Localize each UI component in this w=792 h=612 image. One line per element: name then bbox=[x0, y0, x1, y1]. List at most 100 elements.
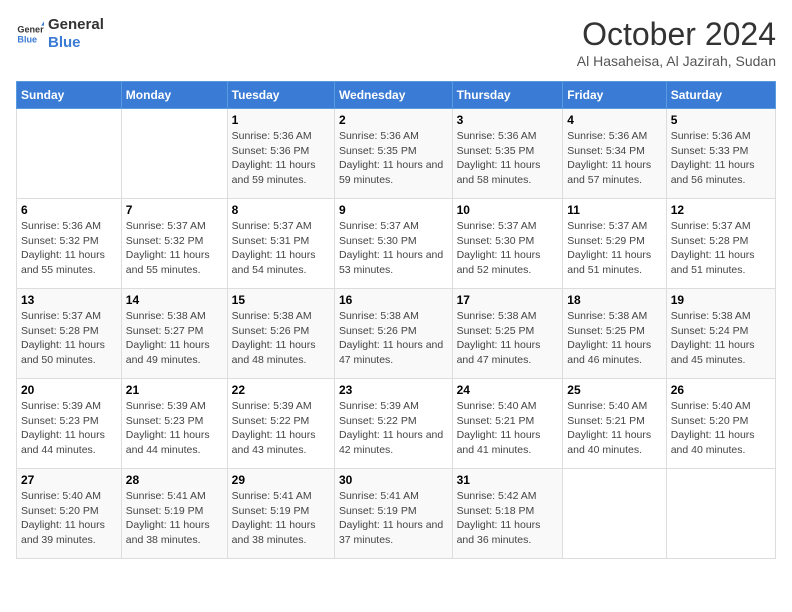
day-number: 13 bbox=[21, 293, 117, 307]
day-number: 2 bbox=[339, 113, 448, 127]
subtitle: Al Hasaheisa, Al Jazirah, Sudan bbox=[577, 53, 776, 69]
column-header-saturday: Saturday bbox=[666, 82, 775, 109]
calendar-cell: 4Sunrise: 5:36 AM Sunset: 5:34 PM Daylig… bbox=[563, 109, 666, 199]
day-info: Sunrise: 5:37 AM Sunset: 5:30 PM Dayligh… bbox=[339, 219, 448, 278]
calendar-cell: 21Sunrise: 5:39 AM Sunset: 5:23 PM Dayli… bbox=[121, 379, 227, 469]
day-number: 31 bbox=[457, 473, 559, 487]
column-header-friday: Friday bbox=[563, 82, 666, 109]
calendar-week-1: 1Sunrise: 5:36 AM Sunset: 5:36 PM Daylig… bbox=[17, 109, 776, 199]
day-info: Sunrise: 5:38 AM Sunset: 5:26 PM Dayligh… bbox=[339, 309, 448, 368]
calendar-cell bbox=[17, 109, 122, 199]
day-number: 30 bbox=[339, 473, 448, 487]
day-info: Sunrise: 5:40 AM Sunset: 5:20 PM Dayligh… bbox=[21, 489, 117, 548]
day-number: 9 bbox=[339, 203, 448, 217]
day-number: 6 bbox=[21, 203, 117, 217]
calendar-table: SundayMondayTuesdayWednesdayThursdayFrid… bbox=[16, 81, 776, 559]
day-info: Sunrise: 5:36 AM Sunset: 5:35 PM Dayligh… bbox=[457, 129, 559, 188]
calendar-cell: 10Sunrise: 5:37 AM Sunset: 5:30 PM Dayli… bbox=[452, 199, 563, 289]
day-number: 21 bbox=[126, 383, 223, 397]
day-number: 27 bbox=[21, 473, 117, 487]
day-number: 14 bbox=[126, 293, 223, 307]
calendar-cell: 7Sunrise: 5:37 AM Sunset: 5:32 PM Daylig… bbox=[121, 199, 227, 289]
calendar-cell: 9 Sunrise: 5:37 AM Sunset: 5:30 PM Daylig… bbox=[334, 199, 452, 289]
day-info: Sunrise: 5:41 AM Sunset: 5:19 PM Dayligh… bbox=[126, 489, 223, 548]
calendar-cell: 30 Sunrise: 5:41 AM Sunset: 5:19 PM Dayli… bbox=[334, 469, 452, 559]
calendar-cell: 27 Sunrise: 5:40 AM Sunset: 5:20 PM Dayli… bbox=[17, 469, 122, 559]
day-number: 24 bbox=[457, 383, 559, 397]
main-title: October 2024 bbox=[577, 16, 776, 53]
calendar-cell: 6 Sunrise: 5:36 AM Sunset: 5:32 PM Daylig… bbox=[17, 199, 122, 289]
calendar-cell: 22 Sunrise: 5:39 AM Sunset: 5:22 PM Dayli… bbox=[227, 379, 334, 469]
day-info: Sunrise: 5:37 AM Sunset: 5:32 PM Dayligh… bbox=[126, 219, 223, 278]
calendar-cell: 13Sunrise: 5:37 AM Sunset: 5:28 PM Dayli… bbox=[17, 289, 122, 379]
day-number: 4 bbox=[567, 113, 661, 127]
logo-icon: General Blue bbox=[16, 20, 44, 48]
header: General Blue General Blue October 2024 A… bbox=[16, 16, 776, 69]
day-number: 16 bbox=[339, 293, 448, 307]
day-info: Sunrise: 5:38 AM Sunset: 5:25 PM Dayligh… bbox=[567, 309, 661, 368]
calendar-cell: 3 Sunrise: 5:36 AM Sunset: 5:35 PM Daylig… bbox=[452, 109, 563, 199]
calendar-cell: 26 Sunrise: 5:40 AM Sunset: 5:20 PM Dayli… bbox=[666, 379, 775, 469]
day-info: Sunrise: 5:37 AM Sunset: 5:29 PM Dayligh… bbox=[567, 219, 661, 278]
calendar-cell: 20 Sunrise: 5:39 AM Sunset: 5:23 PM Dayli… bbox=[17, 379, 122, 469]
day-info: Sunrise: 5:38 AM Sunset: 5:27 PM Dayligh… bbox=[126, 309, 223, 368]
day-info: Sunrise: 5:40 AM Sunset: 5:21 PM Dayligh… bbox=[567, 399, 661, 458]
day-info: Sunrise: 5:37 AM Sunset: 5:30 PM Dayligh… bbox=[457, 219, 559, 278]
calendar-cell: 25Sunrise: 5:40 AM Sunset: 5:21 PM Dayli… bbox=[563, 379, 666, 469]
calendar-cell: 31 Sunrise: 5:42 AM Sunset: 5:18 PM Dayli… bbox=[452, 469, 563, 559]
calendar-cell: 5 Sunrise: 5:36 AM Sunset: 5:33 PM Daylig… bbox=[666, 109, 775, 199]
day-info: Sunrise: 5:41 AM Sunset: 5:19 PM Dayligh… bbox=[339, 489, 448, 548]
day-info: Sunrise: 5:39 AM Sunset: 5:22 PM Dayligh… bbox=[232, 399, 330, 458]
calendar-cell: 12 Sunrise: 5:37 AM Sunset: 5:28 PM Dayli… bbox=[666, 199, 775, 289]
calendar-cell: 11 Sunrise: 5:37 AM Sunset: 5:29 PM Dayli… bbox=[563, 199, 666, 289]
calendar-cell: 14 Sunrise: 5:38 AM Sunset: 5:27 PM Dayli… bbox=[121, 289, 227, 379]
calendar-week-3: 13Sunrise: 5:37 AM Sunset: 5:28 PM Dayli… bbox=[17, 289, 776, 379]
svg-text:General: General bbox=[17, 25, 44, 35]
day-number: 5 bbox=[671, 113, 771, 127]
day-info: Sunrise: 5:40 AM Sunset: 5:21 PM Dayligh… bbox=[457, 399, 559, 458]
calendar-cell: 1Sunrise: 5:36 AM Sunset: 5:36 PM Daylig… bbox=[227, 109, 334, 199]
column-header-thursday: Thursday bbox=[452, 82, 563, 109]
calendar-week-5: 27 Sunrise: 5:40 AM Sunset: 5:20 PM Dayli… bbox=[17, 469, 776, 559]
day-number: 3 bbox=[457, 113, 559, 127]
calendar-cell: 2 Sunrise: 5:36 AM Sunset: 5:35 PM Daylig… bbox=[334, 109, 452, 199]
day-info: Sunrise: 5:37 AM Sunset: 5:31 PM Dayligh… bbox=[232, 219, 330, 278]
day-info: Sunrise: 5:37 AM Sunset: 5:28 PM Dayligh… bbox=[671, 219, 771, 278]
column-header-tuesday: Tuesday bbox=[227, 82, 334, 109]
day-number: 26 bbox=[671, 383, 771, 397]
day-info: Sunrise: 5:36 AM Sunset: 5:33 PM Dayligh… bbox=[671, 129, 771, 188]
calendar-week-2: 6 Sunrise: 5:36 AM Sunset: 5:32 PM Daylig… bbox=[17, 199, 776, 289]
calendar-week-4: 20 Sunrise: 5:39 AM Sunset: 5:23 PM Dayli… bbox=[17, 379, 776, 469]
logo: General Blue General Blue bbox=[16, 16, 104, 52]
calendar-cell: 29 Sunrise: 5:41 AM Sunset: 5:19 PM Dayli… bbox=[227, 469, 334, 559]
day-number: 15 bbox=[232, 293, 330, 307]
day-info: Sunrise: 5:39 AM Sunset: 5:23 PM Dayligh… bbox=[21, 399, 117, 458]
column-header-wednesday: Wednesday bbox=[334, 82, 452, 109]
day-info: Sunrise: 5:36 AM Sunset: 5:32 PM Dayligh… bbox=[21, 219, 117, 278]
day-info: Sunrise: 5:36 AM Sunset: 5:35 PM Dayligh… bbox=[339, 129, 448, 188]
day-number: 23 bbox=[339, 383, 448, 397]
calendar-cell: 23 Sunrise: 5:39 AM Sunset: 5:22 PM Dayli… bbox=[334, 379, 452, 469]
day-info: Sunrise: 5:39 AM Sunset: 5:22 PM Dayligh… bbox=[339, 399, 448, 458]
day-info: Sunrise: 5:38 AM Sunset: 5:24 PM Dayligh… bbox=[671, 309, 771, 368]
day-info: Sunrise: 5:42 AM Sunset: 5:18 PM Dayligh… bbox=[457, 489, 559, 548]
calendar-cell: 18Sunrise: 5:38 AM Sunset: 5:25 PM Dayli… bbox=[563, 289, 666, 379]
day-number: 22 bbox=[232, 383, 330, 397]
day-info: Sunrise: 5:41 AM Sunset: 5:19 PM Dayligh… bbox=[232, 489, 330, 548]
day-number: 20 bbox=[21, 383, 117, 397]
logo-line2: Blue bbox=[48, 34, 104, 52]
day-info: Sunrise: 5:40 AM Sunset: 5:20 PM Dayligh… bbox=[671, 399, 771, 458]
svg-text:Blue: Blue bbox=[17, 34, 37, 44]
title-area: October 2024 Al Hasaheisa, Al Jazirah, S… bbox=[577, 16, 776, 69]
day-number: 8 bbox=[232, 203, 330, 217]
day-number: 11 bbox=[567, 203, 661, 217]
column-header-sunday: Sunday bbox=[17, 82, 122, 109]
day-number: 19 bbox=[671, 293, 771, 307]
column-header-monday: Monday bbox=[121, 82, 227, 109]
calendar-cell: 28Sunrise: 5:41 AM Sunset: 5:19 PM Dayli… bbox=[121, 469, 227, 559]
calendar-cell: 16 Sunrise: 5:38 AM Sunset: 5:26 PM Dayli… bbox=[334, 289, 452, 379]
day-number: 12 bbox=[671, 203, 771, 217]
calendar-cell: 8 Sunrise: 5:37 AM Sunset: 5:31 PM Daylig… bbox=[227, 199, 334, 289]
day-number: 29 bbox=[232, 473, 330, 487]
calendar-cell: 19 Sunrise: 5:38 AM Sunset: 5:24 PM Dayli… bbox=[666, 289, 775, 379]
